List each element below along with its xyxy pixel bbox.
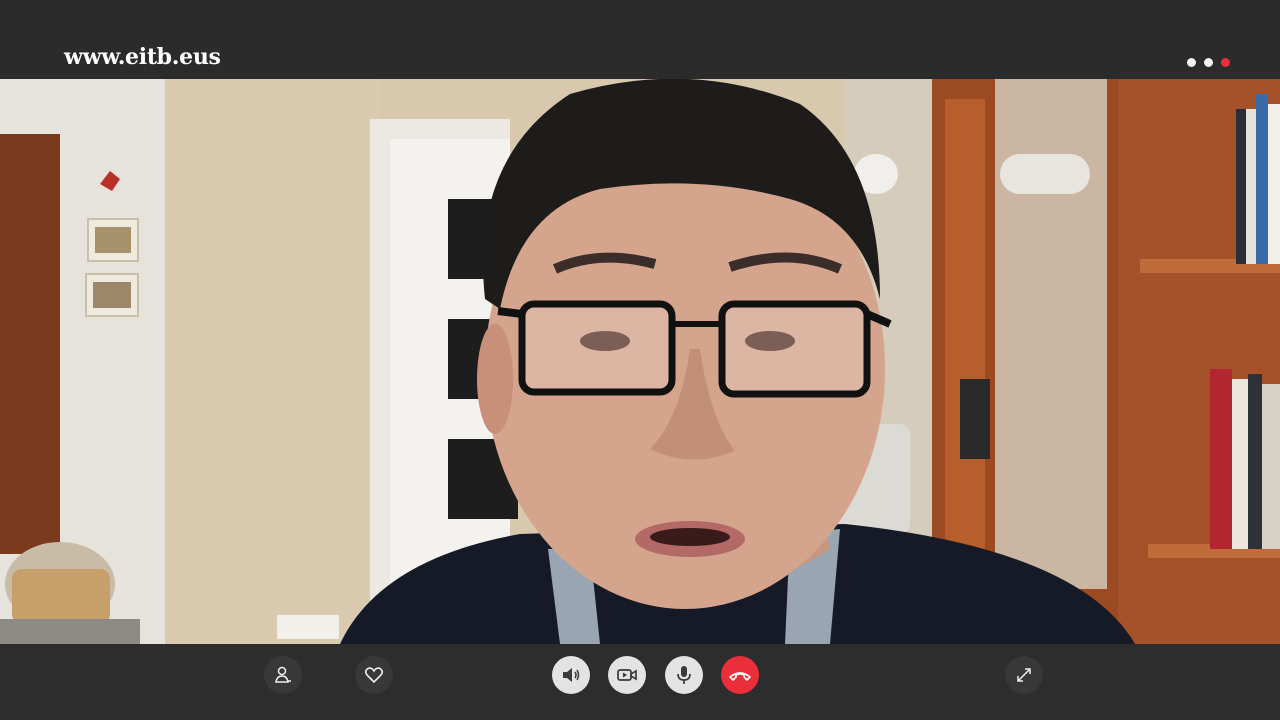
speaker-icon bbox=[563, 668, 580, 682]
top-bar: www.eitb.eus bbox=[0, 0, 1280, 79]
hangup-button[interactable] bbox=[721, 656, 759, 694]
menu-dot-active bbox=[1221, 58, 1230, 67]
favorite-button[interactable] bbox=[355, 656, 393, 694]
menu-dot bbox=[1187, 58, 1196, 67]
phone-hangup-icon bbox=[729, 672, 751, 681]
expand-icon bbox=[1017, 668, 1031, 682]
video-feed bbox=[0, 79, 1280, 644]
menu-dot bbox=[1204, 58, 1213, 67]
camera-button[interactable] bbox=[608, 656, 646, 694]
contacts-button[interactable] bbox=[264, 656, 302, 694]
camera-icon bbox=[617, 669, 637, 681]
video-frame-image bbox=[0, 79, 1280, 644]
speaker-button[interactable] bbox=[552, 656, 590, 694]
brand-logo: www.eitb.eus bbox=[64, 44, 221, 70]
more-options-menu[interactable] bbox=[1187, 58, 1230, 67]
fullscreen-button[interactable] bbox=[1005, 656, 1043, 694]
microphone-icon bbox=[677, 666, 691, 684]
call-controls-bar bbox=[0, 644, 1280, 720]
user-icon bbox=[275, 666, 291, 683]
video-call-window: www.eitb.eus bbox=[0, 0, 1280, 720]
microphone-button[interactable] bbox=[665, 656, 703, 694]
heart-icon bbox=[364, 667, 384, 684]
